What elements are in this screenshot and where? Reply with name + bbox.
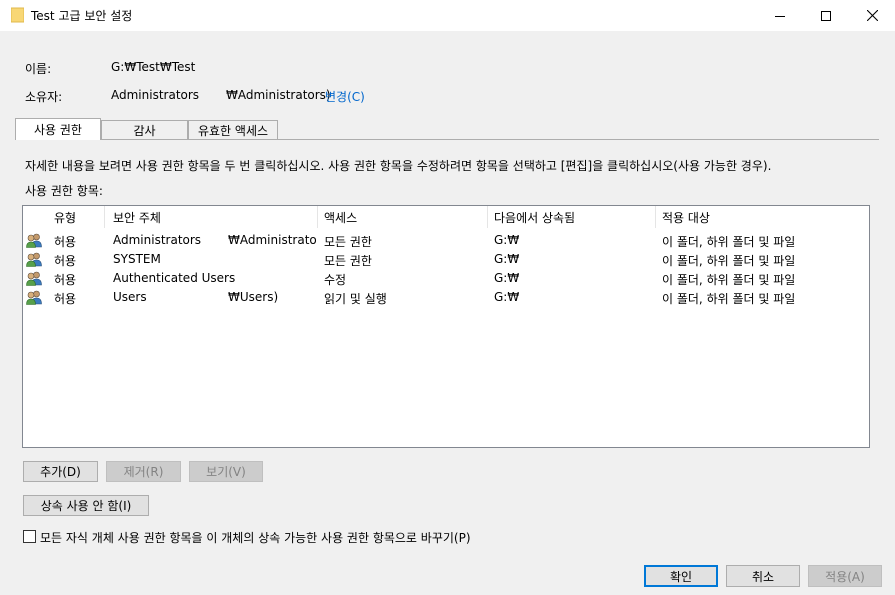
column-header-inherited[interactable]: 다음에서 상속됨 [494,206,575,228]
row-inherited: G:₩ [494,233,520,247]
tab-permissions[interactable]: 사용 권한 [15,118,101,140]
row-principal: Administrators [113,233,202,247]
apply-button[interactable]: 적용(A) [808,565,882,587]
row-access: 읽기 및 실행 [324,292,387,306]
instructions-text: 자세한 내용을 보려면 사용 권한 항목을 두 번 클릭하십시오. 사용 권한 … [25,159,772,173]
entries-label: 사용 권한 항목: [25,184,103,198]
minimize-icon [775,15,785,17]
table-row[interactable]: 허용 Authenticated Users 수정 G:₩ 이 폴더, 하위 폴… [23,269,869,288]
column-divider[interactable] [317,206,318,228]
row-principal-suffix: ₩Users) [228,290,279,304]
ok-button[interactable]: 확인 [644,565,718,587]
remove-button[interactable]: 제거(R) [106,461,181,482]
row-type: 허용 [54,235,77,249]
row-applies: 이 폴더, 하위 폴더 및 파일 [662,254,796,268]
maximize-button[interactable] [803,0,849,31]
add-button[interactable]: 추가(D) [23,461,98,482]
row-applies: 이 폴더, 하위 폴더 및 파일 [662,235,796,249]
tab-auditing[interactable]: 감사 [101,120,188,139]
row-access: 수정 [324,273,347,287]
row-principal: Users [113,290,147,304]
minimize-button[interactable] [757,0,803,31]
row-principal-suffix: ₩Administrato... [228,233,316,247]
close-icon [866,10,878,21]
column-divider[interactable] [104,206,105,228]
row-principal: SYSTEM [113,252,161,266]
window-title: Test 고급 보안 설정 [31,9,133,23]
row-principal: Authenticated Users [113,271,236,285]
row-applies: 이 폴더, 하위 폴더 및 파일 [662,273,796,287]
table-row[interactable]: 허용 Users ₩Users) 읽기 및 실행 G:₩ 이 폴더, 하위 폴더… [23,288,869,307]
table-row[interactable]: 허용 SYSTEM 모든 권한 G:₩ 이 폴더, 하위 폴더 및 파일 [23,250,869,269]
row-type: 허용 [54,292,77,306]
row-access: 모든 권한 [324,254,372,268]
row-applies: 이 폴더, 하위 폴더 및 파일 [662,292,796,306]
users-icon [26,290,42,305]
column-header-applies[interactable]: 적용 대상 [662,206,710,228]
name-value: G:₩Test₩Test [111,60,196,74]
column-header-access[interactable]: 액세스 [324,206,357,228]
owner-suffix: ₩Administrators) [226,88,331,102]
owner-label: 소유자: [25,90,63,104]
title-bar: Test 고급 보안 설정 [0,0,895,31]
maximize-icon [821,10,831,21]
row-inherited: G:₩ [494,252,520,266]
users-icon [26,233,42,248]
owner-value: Administrators [111,88,200,102]
row-access: 모든 권한 [324,235,372,249]
cancel-button[interactable]: 취소 [726,565,800,587]
table-row[interactable]: 허용 Administrators ₩Administrato... 모든 권한… [23,231,869,250]
replace-child-permissions-checkbox[interactable] [23,530,36,543]
column-divider[interactable] [655,206,656,228]
name-label: 이름: [25,62,52,76]
disable-inheritance-button[interactable]: 상속 사용 안 함(I) [23,495,149,516]
view-button[interactable]: 보기(V) [189,461,263,482]
row-inherited: G:₩ [494,271,520,285]
replace-child-permissions-label[interactable]: 모든 자식 개체 사용 권한 항목을 이 개체의 상속 가능한 사용 권한 항목… [40,529,471,546]
folder-icon [11,7,24,23]
row-type: 허용 [54,254,77,268]
row-inherited: G:₩ [494,290,520,304]
users-icon [26,271,42,286]
tab-effective-access[interactable]: 유효한 액세스 [188,120,278,139]
column-divider[interactable] [487,206,488,228]
permission-entries-list[interactable]: 유형 보안 주체 액세스 다음에서 상속됨 적용 대상 허용 Administr… [22,205,870,448]
column-header-principal[interactable]: 보안 주체 [113,206,161,228]
column-header-type[interactable]: 유형 [54,206,76,228]
users-icon [26,252,42,267]
row-type: 허용 [54,273,77,287]
close-button[interactable] [849,0,895,31]
change-owner-link[interactable]: 변경(C) [325,88,365,105]
